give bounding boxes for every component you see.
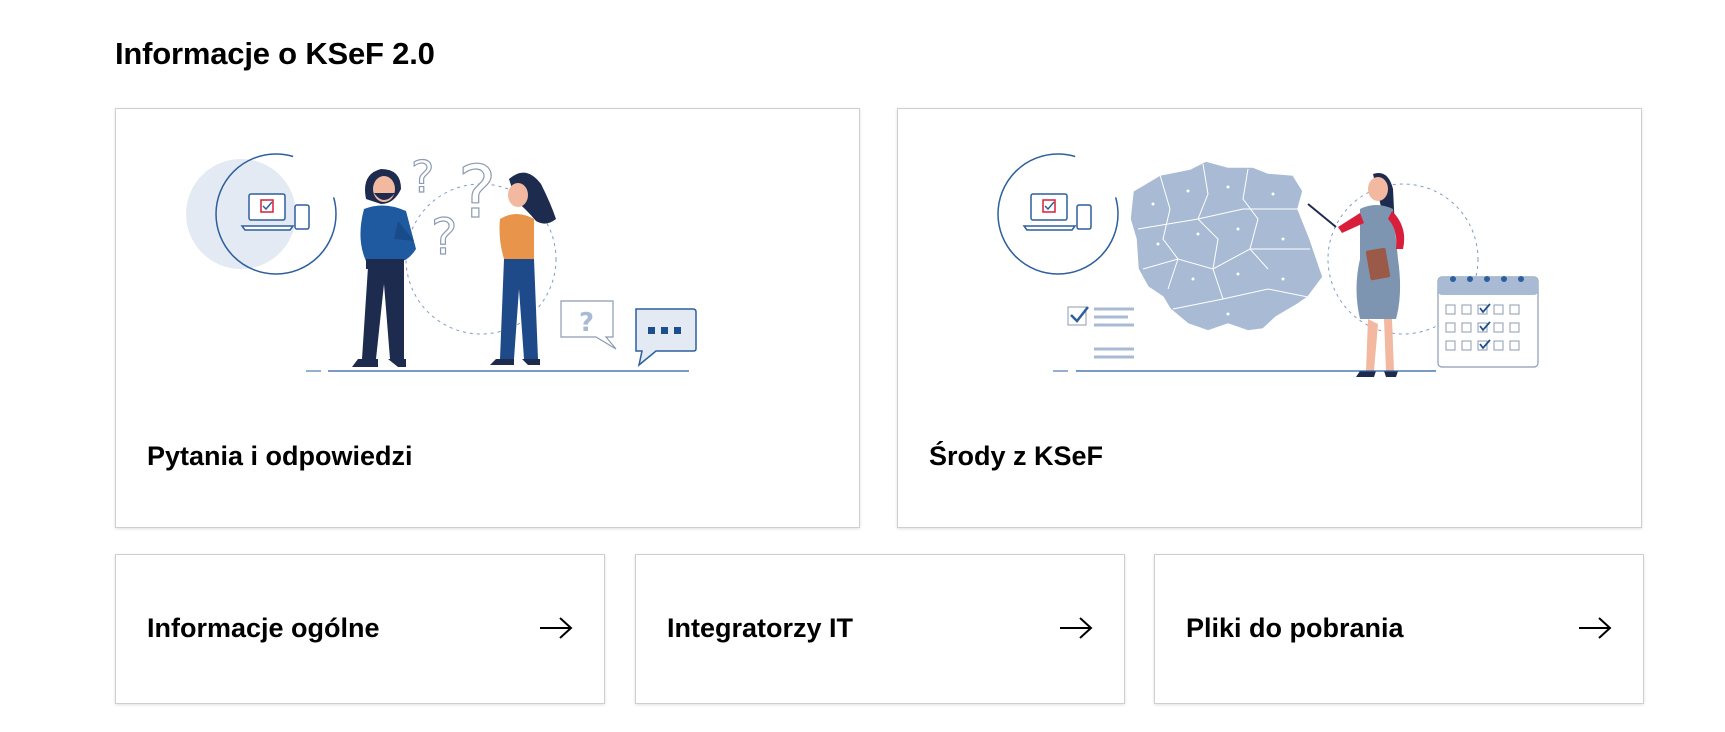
card-label: Integratorzy IT — [667, 613, 854, 643]
presenter-figure — [1338, 173, 1405, 377]
people-questions-illustration: ? ? ? ? — [186, 149, 697, 372]
card-label: Informacje ogólne — [147, 613, 380, 643]
speech-bubble-icon: ? — [560, 300, 697, 367]
poland-map-icon — [1129, 160, 1324, 332]
calendar-icon — [1437, 276, 1539, 368]
card-label: Pliki do pobrania — [1186, 613, 1404, 643]
checklist-icon — [1067, 306, 1134, 359]
card-label: Pytania i odpowiedzi — [147, 441, 413, 471]
link-card-general-info[interactable]: Informacje ogólne — [115, 554, 605, 704]
arrow-right-icon — [1060, 617, 1093, 639]
question-mark-icon: ? — [411, 152, 434, 203]
card-questions-answers[interactable]: ? ? ? ? Pytania i odpowiedzi — [115, 108, 860, 528]
arrow-right-icon — [1579, 617, 1612, 639]
svg-text:?: ? — [458, 150, 496, 234]
card-label: Środy z KSeF — [929, 441, 1104, 471]
link-card-it-integrators[interactable]: Integratorzy IT — [635, 554, 1125, 704]
laptop-icon — [1022, 193, 1092, 231]
arrow-right-icon — [540, 617, 573, 639]
svg-text:?: ? — [579, 308, 594, 338]
svg-text:?: ? — [431, 208, 458, 266]
card-wednesdays-ksef[interactable]: Środy z KSeF — [897, 108, 1642, 528]
woman-figure — [490, 172, 556, 365]
poland-map-presenter-illustration — [997, 153, 1539, 377]
link-card-downloads[interactable]: Pliki do pobrania — [1154, 554, 1644, 704]
page-title: Informacje o KSeF 2.0 — [115, 36, 435, 71]
